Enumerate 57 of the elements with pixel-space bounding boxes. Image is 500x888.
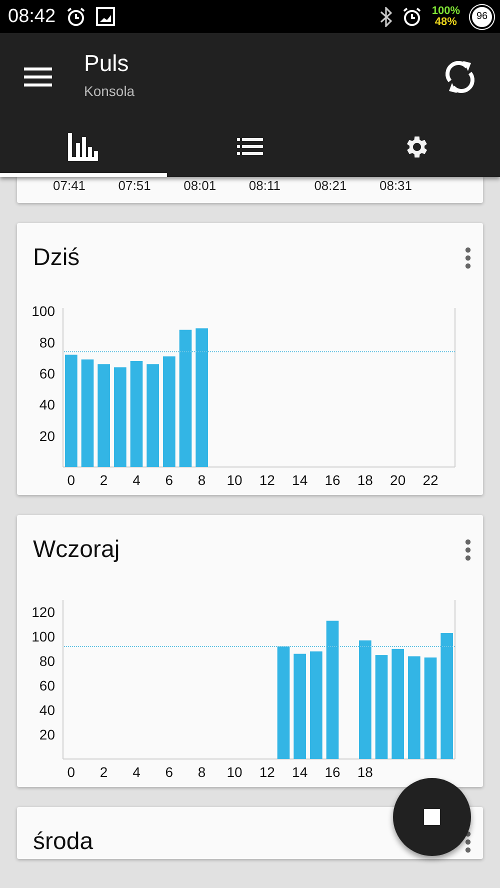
y-tick-label: 60 — [39, 365, 55, 382]
x-tick-label: 8 — [198, 764, 206, 780]
app-subtitle: Konsola — [84, 82, 136, 98]
y-tick-label: 20 — [39, 428, 55, 444]
card-title: środa — [33, 828, 94, 856]
card-title: Wczoraj — [33, 536, 120, 564]
x-tick-label: 12 — [259, 472, 275, 488]
bluetooth-icon — [380, 6, 392, 26]
sync-icon[interactable] — [444, 59, 476, 95]
y-tick-label: 20 — [39, 726, 55, 743]
list-icon — [237, 138, 263, 156]
x-tick-label: 20 — [390, 472, 406, 488]
x-tick-label: 4 — [132, 472, 140, 488]
x-tick-label: 4 — [132, 764, 140, 780]
x-tick-label: 10 — [226, 764, 242, 780]
y-tick-label: 40 — [39, 396, 55, 413]
x-tick-label: 10 — [226, 472, 242, 488]
card-title: Dziś — [33, 244, 80, 272]
x-tick-label: 2 — [100, 764, 108, 780]
time-label: 08:21 — [314, 178, 348, 193]
y-tick-label: 100 — [32, 628, 55, 645]
alarm-clock-icon — [66, 6, 86, 26]
y-tick-label: 60 — [39, 678, 55, 694]
x-tick-label: 16 — [324, 472, 340, 488]
y-tick-label: 120 — [32, 604, 55, 620]
y-tick-label: 80 — [39, 334, 55, 350]
clock-time: 08:42 — [8, 6, 56, 28]
image-icon — [96, 7, 115, 26]
x-tick-label: 18 — [357, 764, 373, 780]
time-label: 08:01 — [184, 178, 218, 193]
x-tick-label: 6 — [165, 764, 174, 780]
time-label: 07:41 — [53, 178, 87, 193]
menu-icon[interactable] — [24, 67, 52, 87]
app-title: Puls — [84, 50, 130, 76]
battery-percent: 100% — [432, 6, 460, 16]
x-tick-label: 8 — [198, 472, 206, 488]
time-label: 07:51 — [118, 178, 152, 193]
alarm-clock-icon — [402, 6, 422, 26]
x-tick-label: 18 — [357, 472, 373, 488]
x-tick-label: 14 — [292, 764, 308, 780]
notification-badge: 96 — [470, 4, 494, 28]
bar-chart-icon — [68, 133, 98, 161]
stop-icon — [424, 809, 440, 825]
time-label: 08:11 — [248, 178, 282, 193]
x-tick-label: 16 — [324, 764, 340, 780]
x-tick-label: 0 — [67, 764, 76, 780]
y-tick-label: 40 — [39, 702, 55, 718]
x-tick-label: 6 — [165, 472, 174, 488]
x-tick-label: 2 — [100, 472, 108, 488]
x-tick-label: 0 — [67, 472, 76, 488]
x-tick-label: 14 — [292, 472, 308, 488]
y-tick-label: 100 — [32, 303, 55, 320]
battery-percent: 48% — [434, 16, 457, 28]
y-tick-label: 80 — [39, 653, 55, 670]
time-label: 08:31 — [379, 178, 414, 193]
x-tick-label: 12 — [259, 764, 275, 780]
x-tick-label: 22 — [422, 472, 438, 488]
